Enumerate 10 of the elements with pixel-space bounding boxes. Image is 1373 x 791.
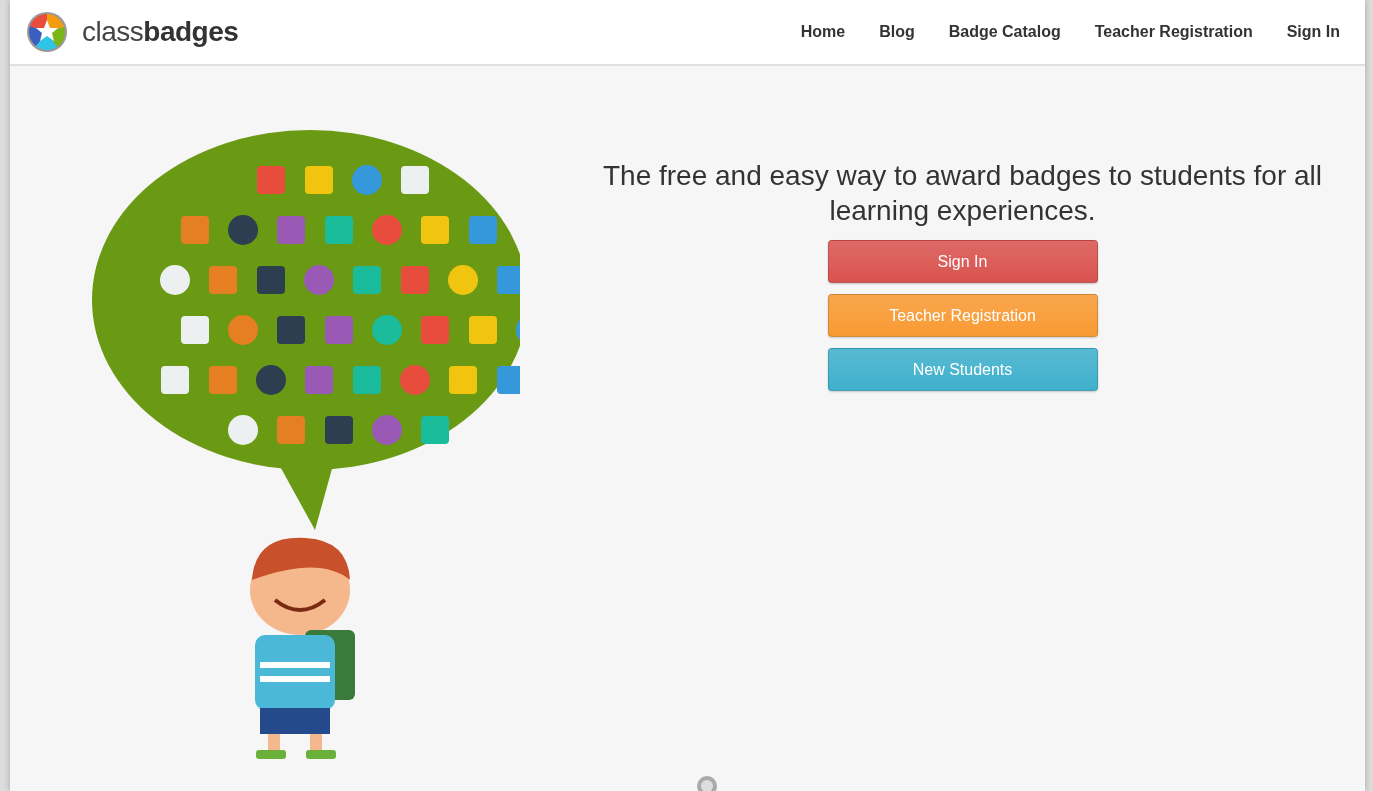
nav-link[interactable]: Badge Catalog [931, 23, 1078, 41]
nav-link[interactable]: Teacher Registration [1077, 23, 1270, 41]
nav-link[interactable]: Sign In [1269, 23, 1357, 41]
logo-text[interactable]: classbadges [82, 16, 239, 48]
star-logo-icon [26, 11, 68, 53]
nav-link[interactable]: Home [783, 23, 863, 41]
hero-button[interactable]: Sign In [827, 240, 1098, 283]
badge-icon [696, 775, 718, 791]
nav-link[interactable]: Blog [862, 23, 932, 41]
tagline: The free and easy way to award badges to students for all learning experiences. [602, 159, 1323, 228]
